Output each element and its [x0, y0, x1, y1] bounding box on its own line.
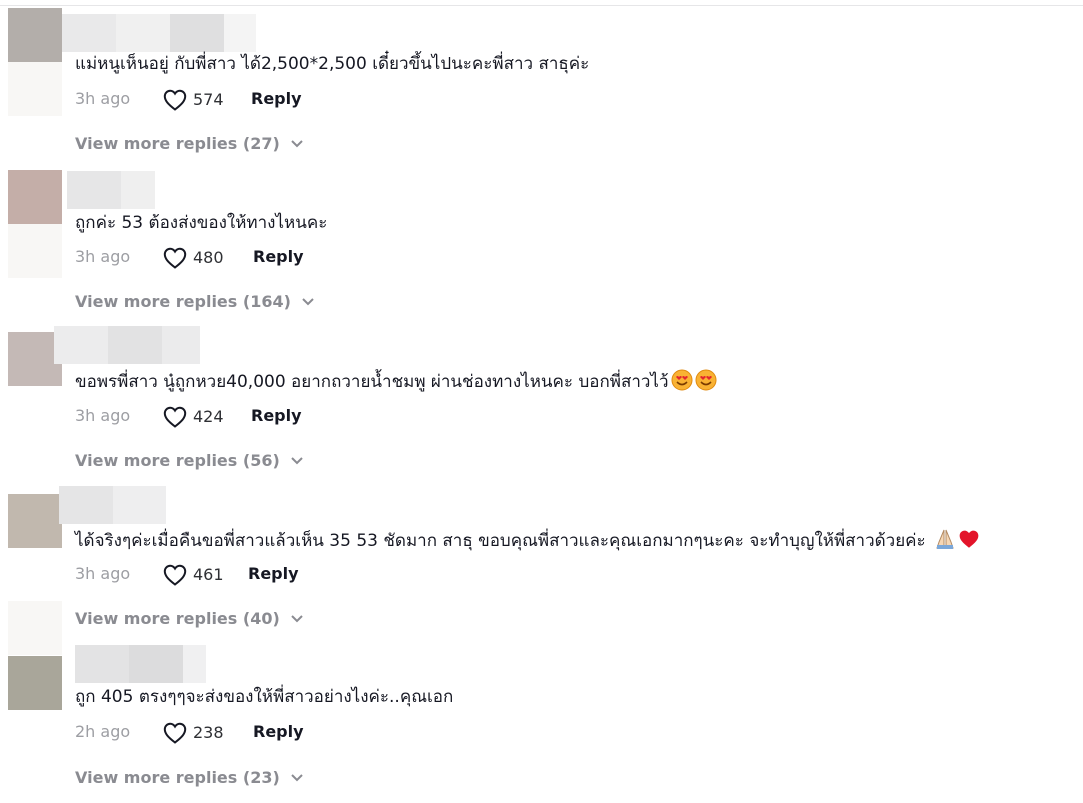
heart-icon [163, 89, 187, 111]
view-more-label: View more replies (56) [75, 451, 280, 470]
heart-icon [163, 564, 187, 586]
comment-timestamp: 3h ago [75, 89, 131, 108]
heart-icon [163, 722, 187, 744]
like-count: 424 [193, 407, 224, 426]
comment-item: ถูกค่ะ 53 ต้องส่งของให้ทางไหนคะ 3h ago 4… [0, 159, 1083, 317]
comment-item: ขอพรพี่สาว นู๋ถูกหวย40,000 อยากถวายน้ำชม… [0, 318, 1083, 476]
view-more-label: View more replies (40) [75, 609, 280, 628]
comment-timestamp: 3h ago [75, 564, 131, 583]
comment-text: ถูก 405 ตรงๆๆจะส่งของให้พี่สาวอย่างไงค่ะ… [75, 687, 454, 707]
view-more-replies[interactable]: View more replies (23) [75, 766, 304, 790]
folded-hands-icon [934, 528, 956, 557]
like-count: 480 [193, 248, 224, 267]
view-more-replies[interactable]: View more replies (56) [75, 449, 304, 473]
username-blur[interactable] [62, 14, 256, 52]
avatar[interactable] [8, 8, 62, 62]
like-button[interactable]: 238 [163, 721, 224, 745]
comment-text: แม่หนูเห็นอยู่ กับพี่สาว ได้2,500*2,500 … [75, 54, 590, 74]
comment-timestamp: 3h ago [75, 247, 131, 266]
like-button[interactable]: 461 [163, 563, 224, 587]
reply-button[interactable]: Reply [248, 562, 299, 586]
heart-icon [163, 247, 187, 269]
comment-item: แม่หนูเห็นอยู่ กับพี่สาว ได้2,500*2,500 … [0, 0, 1083, 158]
like-count: 461 [193, 565, 224, 584]
reply-button[interactable]: Reply [251, 404, 302, 428]
username-blur[interactable] [54, 326, 200, 364]
heart-icon [163, 406, 187, 428]
view-more-replies[interactable]: View more replies (27) [75, 132, 304, 156]
comment-text: ถูกค่ะ 53 ต้องส่งของให้ทางไหนคะ [75, 213, 328, 233]
avatar[interactable] [8, 656, 62, 710]
comment-timestamp: 3h ago [75, 406, 131, 425]
comment-item: ได้จริงๆค่ะเมื่อคืนขอพี่สาวแล้วเห็น 35 5… [0, 477, 1083, 655]
comment-text: ขอพรพี่สาว นู๋ถูกหวย40,000 อยากถวายน้ำชม… [75, 369, 717, 398]
like-button[interactable]: 480 [163, 246, 224, 270]
view-more-label: View more replies (164) [75, 292, 291, 311]
avatar-blur [8, 62, 62, 116]
chevron-down-icon [302, 298, 314, 306]
reply-button[interactable]: Reply [253, 245, 304, 269]
username-blur[interactable] [67, 171, 155, 209]
like-count: 238 [193, 723, 224, 742]
view-more-label: View more replies (23) [75, 768, 280, 787]
reply-button[interactable]: Reply [253, 720, 304, 744]
reply-button[interactable]: Reply [251, 87, 302, 111]
like-button[interactable]: 424 [163, 405, 224, 429]
avatar-blur [8, 224, 62, 278]
view-more-replies[interactable]: View more replies (164) [75, 290, 315, 314]
username-blur[interactable] [59, 486, 166, 524]
chevron-down-icon [291, 457, 303, 465]
chevron-down-icon [291, 140, 303, 148]
comment-timestamp: 2h ago [75, 722, 131, 741]
smiling-face-with-hearts-icon [671, 369, 693, 398]
like-button[interactable]: 574 [163, 88, 224, 112]
username-blur[interactable] [75, 645, 206, 683]
view-more-label: View more replies (27) [75, 134, 280, 153]
like-count: 574 [193, 90, 224, 109]
comment-text: ได้จริงๆค่ะเมื่อคืนขอพี่สาวแล้วเห็น 35 5… [75, 528, 980, 557]
comment-item: ถูก 405 ตรงๆๆจะส่งของให้พี่สาวอย่างไงค่ะ… [0, 636, 1083, 803]
view-more-replies[interactable]: View more replies (40) [75, 607, 304, 631]
avatar[interactable] [8, 170, 62, 224]
smiling-face-with-hearts-icon [695, 369, 717, 398]
chevron-down-icon [291, 774, 303, 782]
red-heart-icon [958, 528, 980, 557]
avatar[interactable] [8, 494, 62, 548]
chevron-down-icon [291, 615, 303, 623]
